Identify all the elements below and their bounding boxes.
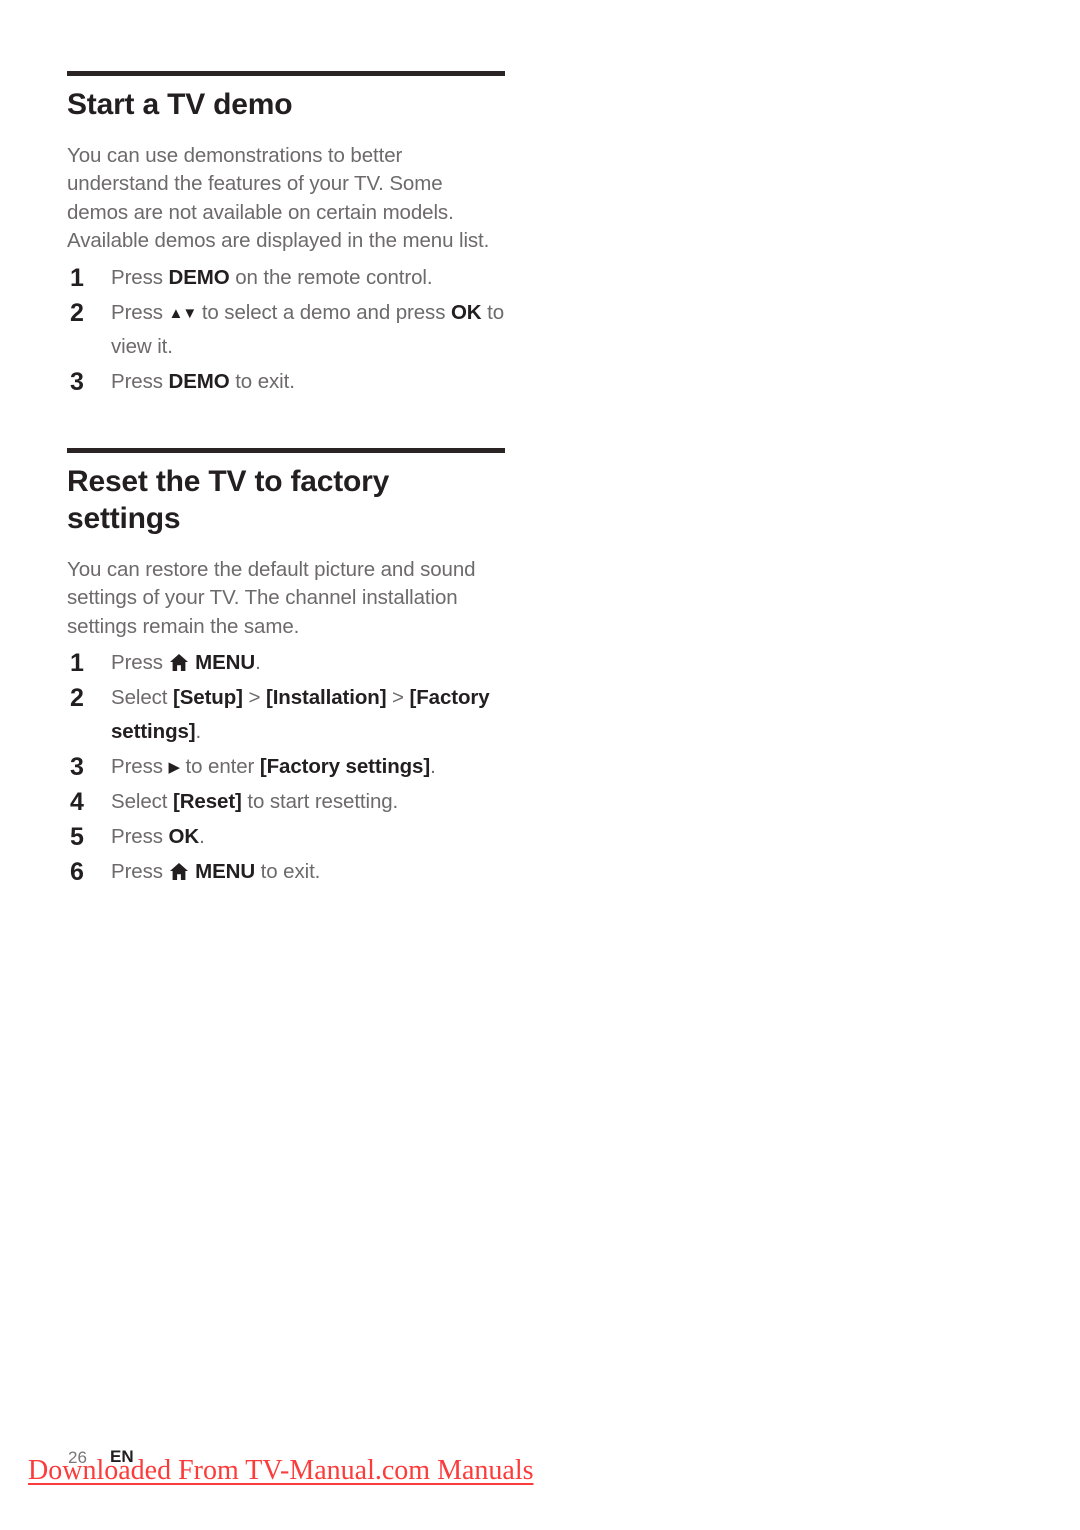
step-number: 1: [70, 263, 84, 292]
step-number: 2: [70, 298, 84, 327]
steps-list-start-tv-demo: 1 Press DEMO on the remote control. 2 Press…: [67, 261, 507, 399]
intro-paragraph-reset-tv-factory-settings: You can restore the default picture and …: [67, 557, 476, 638]
list-item: 2 Press ▲▼ to select a demo and press OK …: [67, 296, 507, 364]
list-item: 5 Press OK.: [67, 820, 507, 854]
triangle-right-icon: ▶: [168, 759, 181, 777]
emphasis-text: OK: [450, 300, 482, 324]
step-number: 4: [70, 788, 84, 817]
step-text: Press ▲▼ to select a demo and press OK t…: [111, 300, 505, 358]
emphasis-text: [Factory settings]: [259, 755, 431, 779]
list-item: 3 Press ▶ to enter [Factory settings].: [67, 750, 507, 784]
watermark-link[interactable]: Downloaded From TV-Manual.com Manuals: [28, 1455, 534, 1487]
step-text: Select [Reset] to start resetting.: [111, 790, 399, 814]
manual-page: Start a TV demo You can use demonstratio…: [0, 0, 1080, 1530]
page-title-reset-tv-factory-settings: Reset the TV to factory settings: [67, 464, 390, 535]
list-item: 1 Press MENU.: [67, 646, 507, 680]
step-text: Press DEMO to exit.: [111, 369, 295, 393]
step-number: 6: [70, 858, 84, 887]
step-number: 1: [70, 649, 84, 678]
list-item: 6 Press MENU to exit.: [67, 855, 507, 889]
emphasis-text: DEMO: [168, 265, 230, 289]
emphasis-text: MENU: [195, 860, 256, 884]
page-footer: 26 EN Downloaded From TV-Manual.com Manu…: [0, 1447, 1080, 1507]
intro-paragraph-start-tv-demo: You can use demonstrations to better und…: [67, 143, 490, 253]
step-text: Press OK.: [111, 825, 205, 849]
steps-list-reset-tv-factory-settings: 1 Press MENU. 2 Select [Setup] > [Installat…: [67, 646, 507, 889]
step-number: 3: [70, 753, 84, 782]
step-text: Select [Setup] > [Installation] > [Facto…: [111, 686, 490, 744]
home-icon: [169, 654, 188, 672]
emphasis-text: DEMO: [168, 369, 230, 393]
emphasis-text: MENU: [195, 651, 256, 675]
list-item: 2 Select [Setup] > [Installation] > [Fact…: [67, 681, 507, 749]
section-reset-tv-factory-settings: Reset the TV to factory settings You can…: [67, 400, 507, 889]
step-number: 2: [70, 684, 84, 713]
emphasis-text: [Reset]: [172, 790, 242, 814]
section-start-tv-demo: Start a TV demo You can use demonstratio…: [67, 0, 507, 399]
triangle-up-down-icon: ▲▼: [168, 304, 198, 322]
emphasis-text: [Installation]: [265, 686, 387, 710]
step-text: Press MENU to exit.: [111, 860, 321, 884]
step-text: Press MENU.: [111, 651, 261, 675]
step-text: Press ▶ to enter [Factory settings].: [111, 755, 436, 779]
step-number: 3: [70, 367, 84, 396]
heading-rule: [67, 71, 505, 76]
list-item: 4 Select [Reset] to start resetting.: [67, 785, 507, 819]
home-icon: [169, 863, 188, 881]
step-number: 5: [70, 823, 84, 852]
list-item: 3 Press DEMO to exit.: [67, 365, 507, 399]
emphasis-text: OK: [168, 825, 200, 849]
list-item: 1 Press DEMO on the remote control.: [67, 261, 507, 295]
step-text: Press DEMO on the remote control.: [111, 265, 433, 289]
heading-rule: [67, 447, 505, 453]
emphasis-text: [Setup]: [172, 686, 243, 710]
page-title-start-tv-demo: Start a TV demo: [67, 88, 293, 121]
content-column: Start a TV demo You can use demonstratio…: [67, 0, 507, 890]
